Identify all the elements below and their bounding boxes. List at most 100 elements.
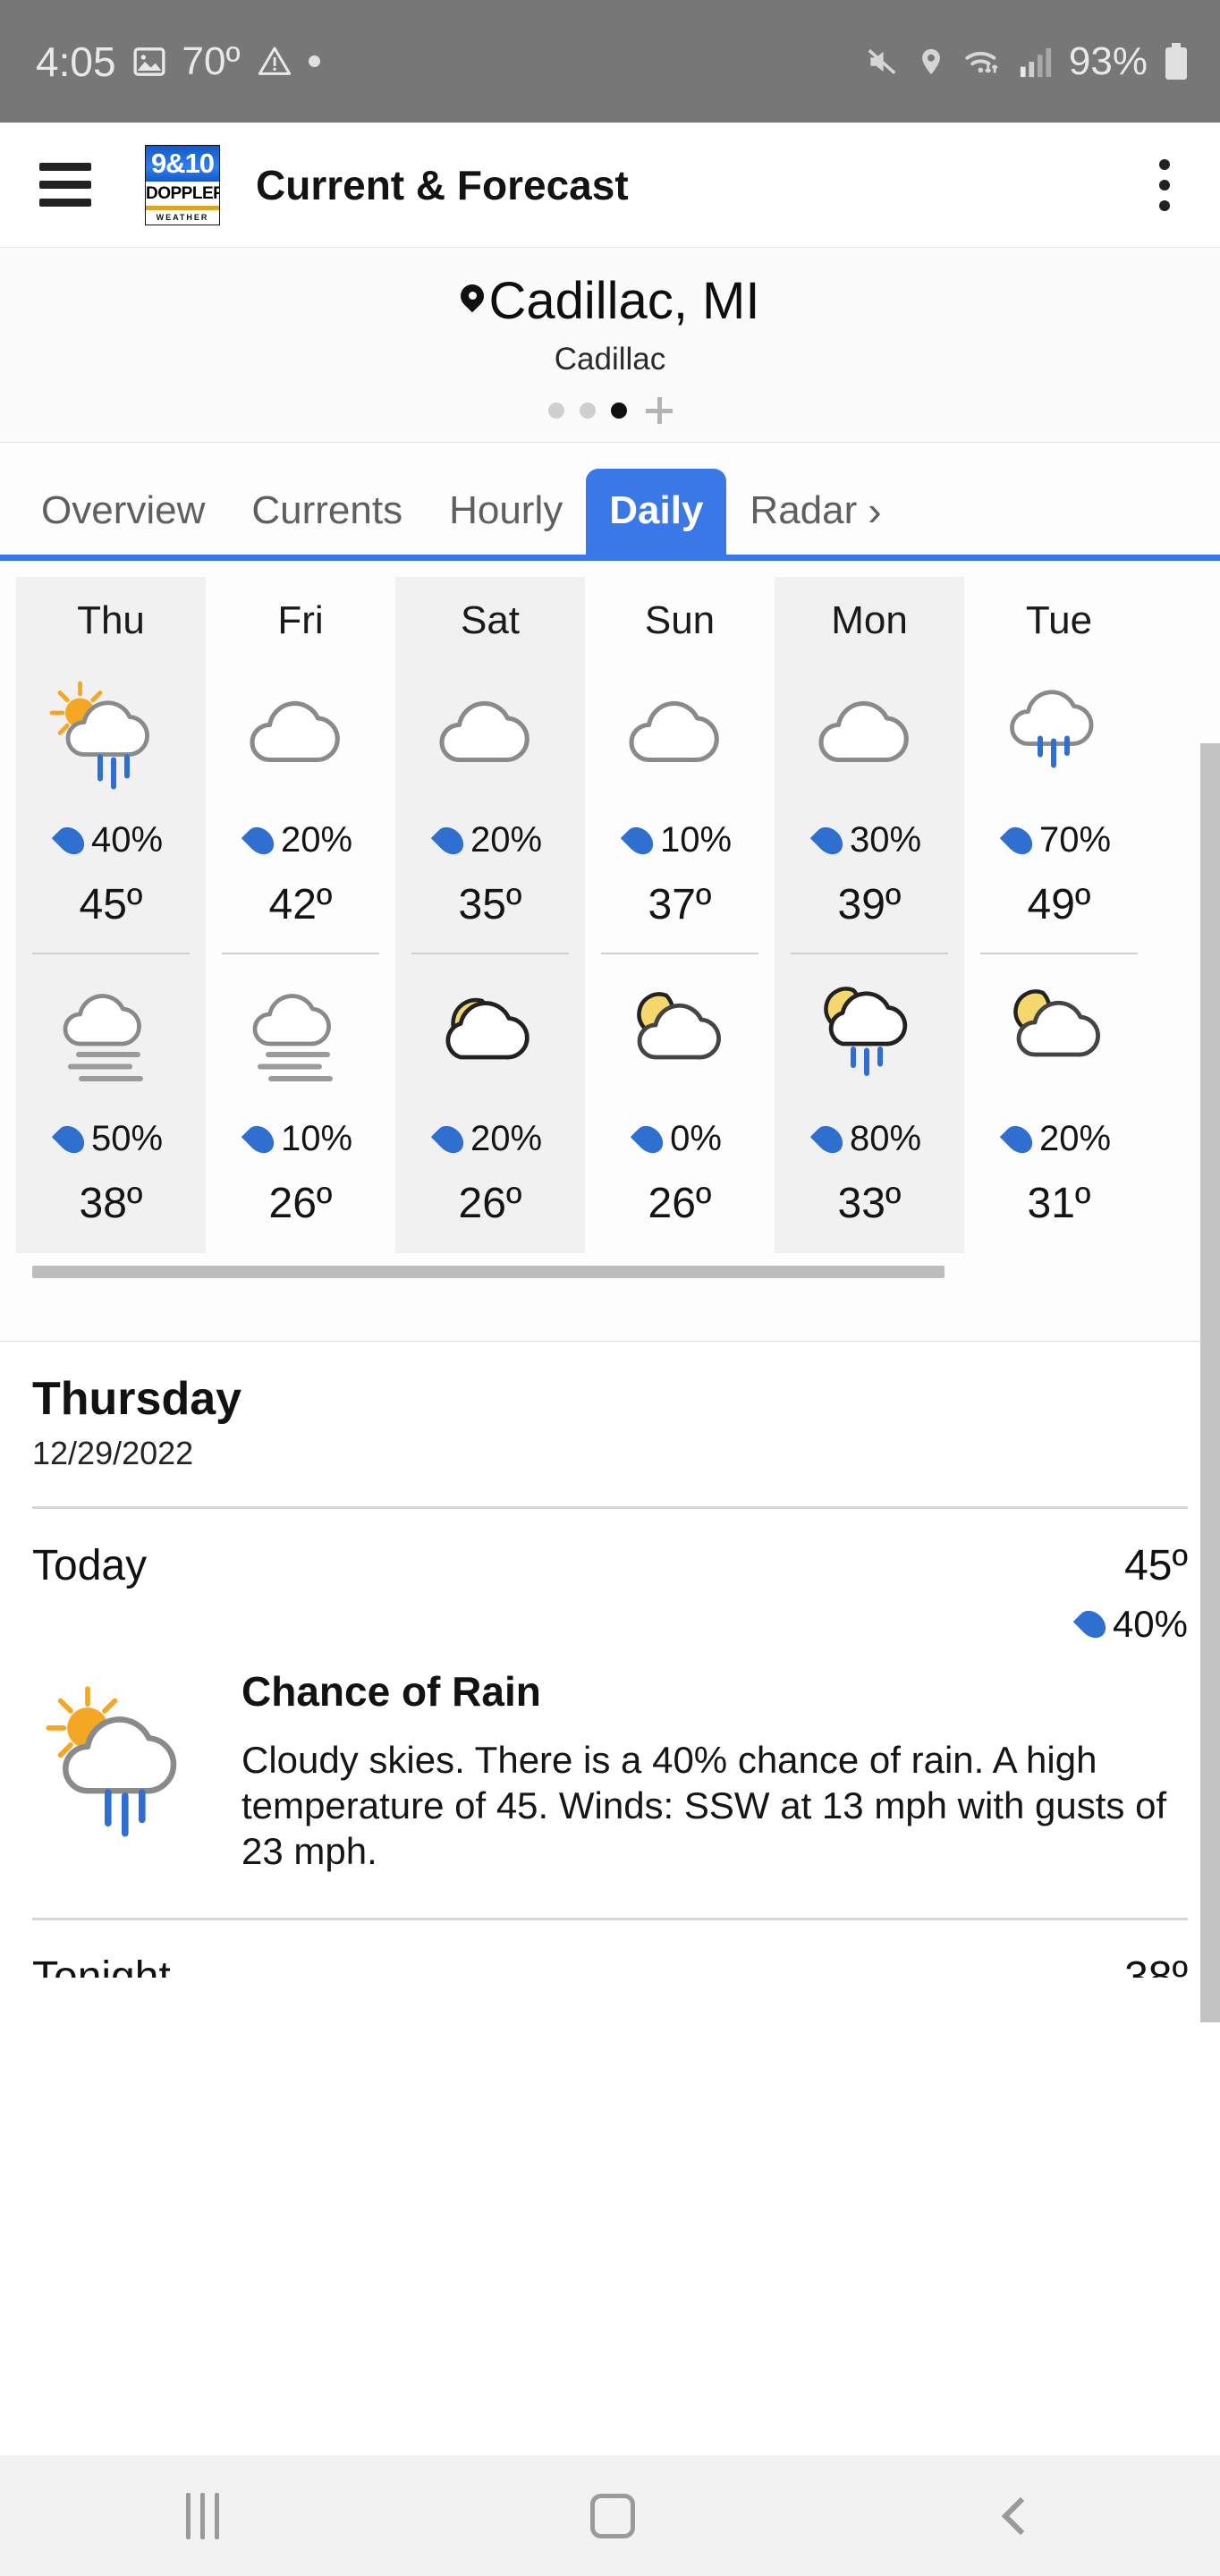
daily-card[interactable]: Sun 10% 37º 0% 26º: [585, 577, 775, 1253]
warning-triangle-icon: [256, 44, 293, 80]
daily-card[interactable]: Sat 20% 35º 20% 26º: [395, 577, 585, 1253]
location-name-row[interactable]: Cadillac, MI: [0, 271, 1220, 331]
volume-mute-icon: [863, 45, 901, 79]
water-drop-icon: [620, 821, 659, 860]
precip-row: 0%: [585, 1119, 775, 1159]
water-drop-icon: [1072, 1605, 1112, 1644]
tab-daily[interactable]: Daily: [586, 469, 727, 555]
wifi-icon: [962, 44, 1003, 80]
low-temp: 26º: [458, 1180, 522, 1227]
moon-cloud-rain-icon: [775, 967, 964, 1099]
card-divider: [791, 953, 948, 954]
precip-row: 50%: [16, 1119, 206, 1159]
app-bar: 9&10 DOPPLER WEATHER Current & Forecast: [0, 123, 1220, 248]
hamburger-menu-icon[interactable]: [39, 163, 91, 207]
tab-bar: Overview Currents Hourly Daily Radar ›: [0, 443, 1220, 561]
precip-row: 80%: [775, 1119, 964, 1159]
location-pager[interactable]: [0, 397, 1220, 424]
sun-cloud-rain-icon: [16, 668, 206, 801]
water-drop-icon: [430, 1120, 470, 1158]
pager-dot-2[interactable]: [579, 402, 596, 419]
period-values: 45º 40%: [1072, 1541, 1188, 1646]
tab-radar[interactable]: Radar ›: [726, 469, 881, 555]
cloud-icon: [585, 668, 775, 801]
precip-row: 20%: [395, 1119, 585, 1159]
logo-line-2: DOPPLER: [146, 181, 219, 206]
daily-card[interactable]: Mon 30% 39º 80% 33º: [775, 577, 964, 1253]
cloud-icon: [395, 668, 585, 801]
precip-value: 10%: [659, 820, 733, 860]
precip-value: 80%: [849, 1119, 922, 1158]
daily-cards: Thu 40% 45º 50% 38º Fri 20% 42º 10% 26º …: [0, 577, 1220, 1253]
daily-card[interactable]: Thu 40% 45º 50% 38º: [16, 577, 206, 1253]
low-temp: 26º: [648, 1180, 712, 1227]
plus-icon[interactable]: [645, 397, 673, 424]
cloud-fog-icon: [16, 967, 206, 1099]
precip-row: 70%: [964, 820, 1154, 860]
period-temp: 45º: [1124, 1542, 1188, 1589]
pager-dot-3[interactable]: [610, 402, 627, 419]
water-drop-icon: [630, 1120, 669, 1158]
tab-currents[interactable]: Currents: [228, 469, 426, 555]
precip-row: 10%: [206, 1119, 395, 1159]
vertical-scrollbar[interactable]: [1200, 743, 1220, 2022]
recents-icon[interactable]: [185, 2492, 219, 2539]
condition-description: Cloudy skies. There is a 40% chance of r…: [241, 1739, 1167, 1873]
cloud-fog-icon: [206, 967, 395, 1099]
dot-icon: [308, 55, 320, 67]
card-divider: [601, 953, 758, 954]
precip-row: 10%: [585, 820, 775, 860]
location-sublabel: Cadillac: [554, 342, 666, 377]
high-temp: 35º: [458, 881, 522, 928]
status-temperature: 70º: [182, 38, 241, 83]
tab-hourly[interactable]: Hourly: [426, 469, 586, 555]
high-temp: 49º: [1027, 881, 1091, 928]
chevron-right-icon: ›: [868, 487, 882, 534]
period-temp: 38º: [1124, 1953, 1188, 1978]
water-drop-icon: [241, 821, 280, 860]
location-header: Cadillac, MI Cadillac: [0, 248, 1220, 443]
tab-overview[interactable]: Overview: [18, 469, 228, 555]
forecast-detail: Thursday 12/29/2022 Today 45º 40% Chance…: [0, 1342, 1220, 1978]
daily-card[interactable]: Tue 70% 49º 20% 31º: [964, 577, 1154, 1253]
water-drop-icon: [241, 1120, 280, 1158]
battery-icon: [1163, 42, 1190, 81]
day-label: Thu: [77, 598, 145, 642]
daily-forecast-scroller[interactable]: Thu 40% 45º 50% 38º Fri 20% 42º 10% 26º …: [0, 561, 1220, 1342]
water-drop-icon: [809, 821, 849, 860]
cloud-icon: [775, 668, 964, 801]
condition-title: Chance of Rain: [241, 1668, 541, 1715]
period-today-header: Today 45º 40%: [32, 1509, 1188, 1646]
period-label: Tonight: [32, 1953, 171, 1978]
card-divider: [980, 953, 1138, 954]
station-logo: 9&10 DOPPLER WEATHER: [145, 144, 220, 225]
precip-value: 20%: [280, 820, 353, 860]
kebab-menu-icon[interactable]: [1159, 158, 1170, 211]
horizontal-scrollbar[interactable]: [32, 1266, 945, 1278]
cloud-icon: [206, 668, 395, 801]
high-temp: 37º: [648, 881, 712, 928]
precip-row: 20%: [206, 820, 395, 860]
cell-signal-icon: [1018, 45, 1054, 79]
home-icon[interactable]: [590, 2493, 636, 2538]
low-temp: 33º: [837, 1180, 902, 1227]
back-icon[interactable]: [1001, 2496, 1040, 2535]
day-label: Tue: [1025, 598, 1093, 642]
period-label: Today: [32, 1542, 148, 1589]
day-label: Sat: [460, 598, 521, 642]
card-divider: [411, 953, 569, 954]
page-title: Current & Forecast: [256, 161, 629, 208]
daily-card[interactable]: Fri 20% 42º 10% 26º: [206, 577, 395, 1253]
moon-cloud-icon: [585, 967, 775, 1099]
pager-dot-1[interactable]: [547, 402, 564, 419]
forecast-text-block: Chance of Rain Cloudy skies. There is a …: [241, 1667, 1188, 1875]
precip-value: 40%: [90, 820, 164, 860]
water-drop-icon: [51, 1120, 90, 1158]
precip-row: 30%: [775, 820, 964, 860]
water-drop-icon: [999, 1120, 1038, 1158]
precip-value: 20%: [1038, 1119, 1112, 1158]
precip-row: 20%: [964, 1119, 1154, 1159]
card-divider: [32, 953, 190, 954]
card-divider: [222, 953, 379, 954]
precip-value: 50%: [90, 1119, 164, 1158]
